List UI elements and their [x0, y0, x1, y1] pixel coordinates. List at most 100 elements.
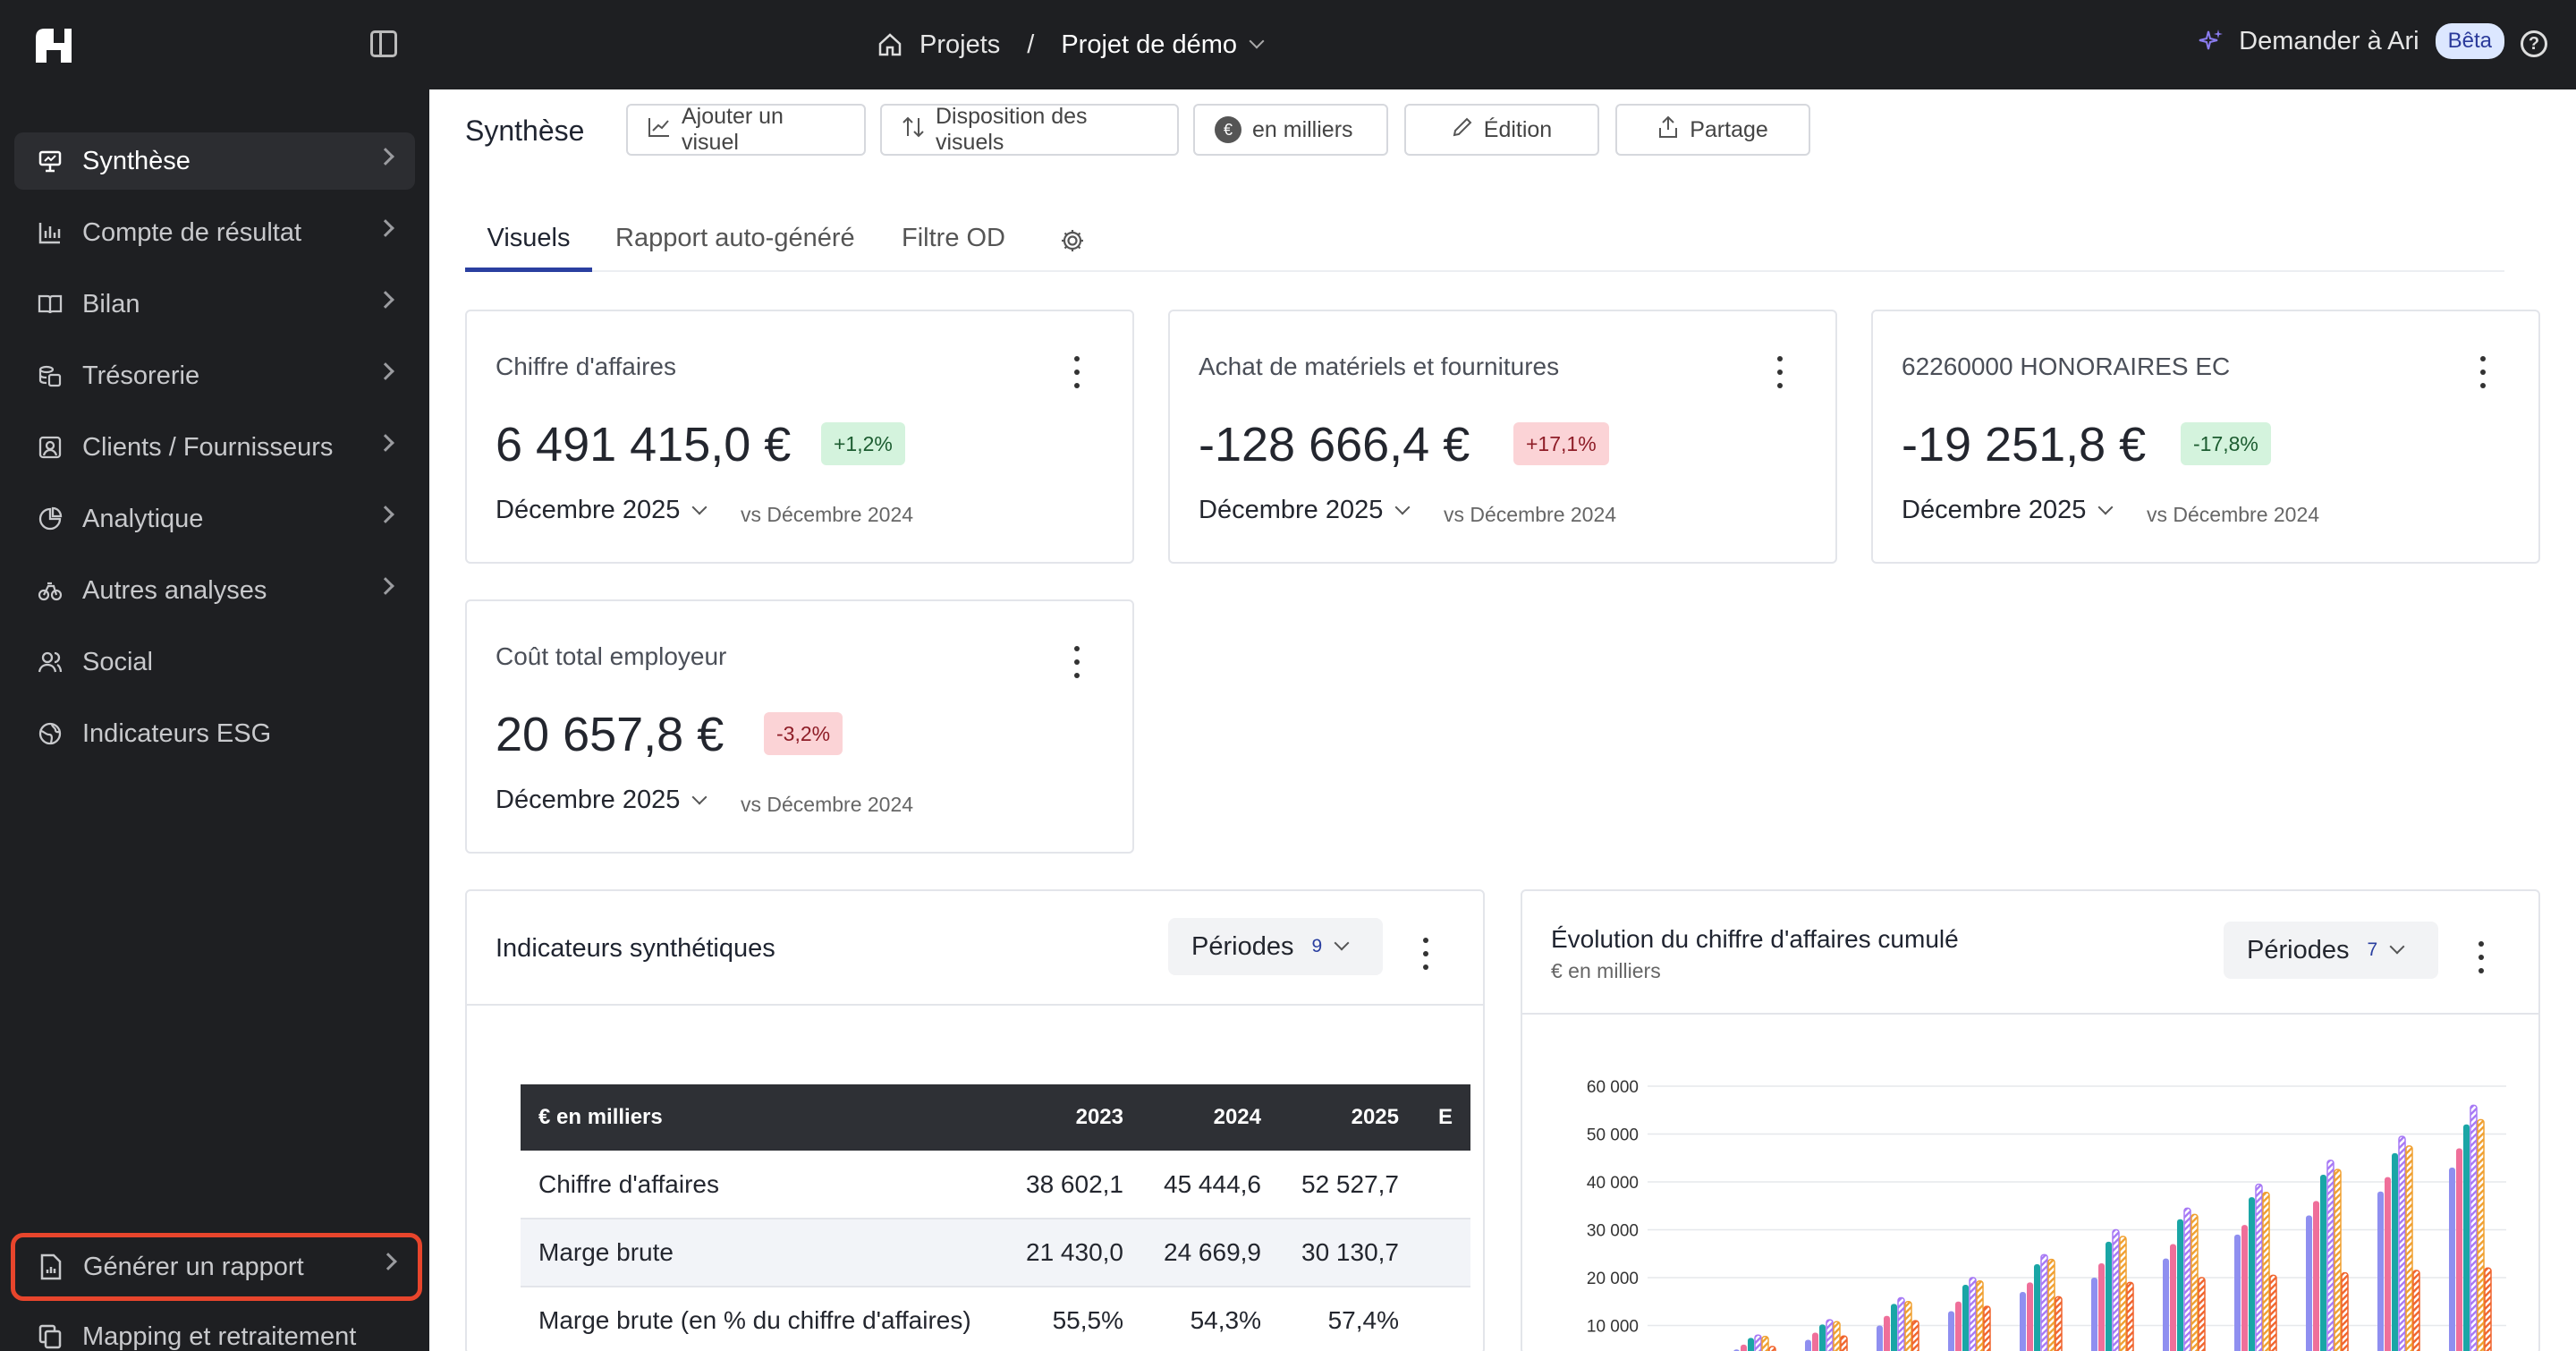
sidebar-item-compte-de-résultat[interactable]: Compte de résultat: [14, 204, 415, 261]
sidebar-item-generate-report[interactable]: Générer un rapport: [11, 1233, 422, 1301]
chart-bar[interactable]: [1826, 1319, 1834, 1351]
chart-bar[interactable]: [2341, 1271, 2349, 1351]
chart-bar[interactable]: [1948, 1311, 1954, 1351]
chart-bar[interactable]: [2470, 1104, 2478, 1351]
edit-button[interactable]: Édition: [1404, 104, 1599, 156]
table-row[interactable]: Marge brute (en % du chiffre d'affaires)…: [521, 1287, 1470, 1351]
sidebar-item-mapping[interactable]: Mapping et retraitement: [14, 1308, 415, 1351]
chart-bar[interactable]: [2385, 1177, 2391, 1351]
more-options-icon[interactable]: [2479, 356, 2487, 388]
chart-bar[interactable]: [1833, 1321, 1841, 1351]
period-selector[interactable]: Décembre 2025: [496, 496, 708, 525]
chart-bar[interactable]: [1884, 1315, 1890, 1351]
chart-bar[interactable]: [2405, 1145, 2413, 1351]
sidebar-item-indicateurs-esg[interactable]: Indicateurs ESG: [14, 705, 415, 762]
chart-bar[interactable]: [1768, 1346, 1776, 1351]
chart-bar[interactable]: [2112, 1228, 2120, 1351]
chart-bar[interactable]: [1976, 1279, 1984, 1351]
sidebar-item-trésorerie[interactable]: Trésorerie: [14, 347, 415, 404]
sidebar-item-analytique[interactable]: Analytique: [14, 490, 415, 548]
chart-bar[interactable]: [2040, 1253, 2048, 1351]
chart-bar[interactable]: [1741, 1344, 1747, 1351]
chart-bar[interactable]: [2412, 1270, 2420, 1351]
chart-bar[interactable]: [2047, 1258, 2055, 1351]
chart-bar[interactable]: [2198, 1277, 2206, 1351]
chart-bar[interactable]: [2255, 1183, 2263, 1351]
chart-bar[interactable]: [2234, 1234, 2241, 1351]
chart-bar[interactable]: [2463, 1124, 2470, 1351]
chart-bar[interactable]: [2306, 1215, 2312, 1351]
share-button[interactable]: Partage: [1615, 104, 1810, 156]
chart-bar[interactable]: [2055, 1296, 2063, 1351]
chart-bar[interactable]: [2326, 1160, 2334, 1351]
sidebar-item-autres-analyses[interactable]: Autres analyses: [14, 562, 415, 619]
chart-bar[interactable]: [2183, 1207, 2191, 1351]
chart-bar[interactable]: [2241, 1225, 2248, 1351]
chart-bar[interactable]: [1904, 1301, 1912, 1351]
chart-bar[interactable]: [2477, 1118, 2485, 1351]
tab-visuels[interactable]: Visuels: [465, 215, 592, 272]
layout-button[interactable]: Disposition des visuels: [880, 104, 1179, 156]
chart-bar[interactable]: [2262, 1192, 2270, 1351]
periods-selector[interactable]: Périodes 9: [1168, 918, 1383, 975]
units-button[interactable]: € en milliers: [1193, 104, 1388, 156]
settings-gear-icon[interactable]: [1059, 215, 1086, 272]
chart-bar[interactable]: [2456, 1148, 2462, 1351]
more-options-icon[interactable]: [1073, 356, 1080, 388]
more-options-icon[interactable]: [1073, 646, 1080, 678]
add-visual-button[interactable]: Ajouter un visuel: [626, 104, 866, 156]
period-selector[interactable]: Décembre 2025: [1902, 496, 2114, 525]
chart-bar[interactable]: [2313, 1201, 2319, 1351]
chart-bar[interactable]: [1911, 1320, 1919, 1351]
chart-bar[interactable]: [2398, 1135, 2406, 1351]
chart-bar[interactable]: [1748, 1338, 1754, 1351]
chart-bar[interactable]: [2449, 1167, 2455, 1351]
chart-bar[interactable]: [2334, 1168, 2342, 1351]
chart-bar[interactable]: [1812, 1332, 1818, 1351]
chart-bar[interactable]: [1805, 1339, 1811, 1351]
more-options-icon[interactable]: [1422, 938, 1429, 970]
sidebar-item-synthèse[interactable]: Synthèse: [14, 132, 415, 190]
sidebar-item-clients-fournisseurs[interactable]: Clients / Fournisseurs: [14, 419, 415, 476]
chart-bar[interactable]: [2091, 1278, 2097, 1351]
chart-bar[interactable]: [2484, 1267, 2492, 1351]
chart-bar[interactable]: [2269, 1274, 2277, 1351]
breadcrumb-projects[interactable]: Projets: [919, 30, 1000, 60]
chart-bar[interactable]: [2119, 1236, 2127, 1351]
ask-ari-button[interactable]: Demander à Ari Bêta: [2198, 23, 2504, 59]
chart-bar[interactable]: [2377, 1191, 2384, 1351]
chart-bar[interactable]: [2163, 1258, 2169, 1351]
more-options-icon[interactable]: [1776, 356, 1784, 388]
table-row[interactable]: Marge brute 21 430,0 24 669,9 30 130,7: [521, 1219, 1470, 1287]
period-selector[interactable]: Décembre 2025: [496, 786, 708, 815]
chart-bar[interactable]: [2098, 1262, 2105, 1351]
chart-bar[interactable]: [1761, 1336, 1769, 1351]
app-logo[interactable]: [34, 27, 73, 64]
period-selector[interactable]: Décembre 2025: [1199, 496, 1411, 525]
chart-bar[interactable]: [1962, 1285, 1969, 1351]
chart-bar[interactable]: [2034, 1264, 2040, 1351]
sidebar-item-bilan[interactable]: Bilan: [14, 276, 415, 333]
chart-bar[interactable]: [1897, 1296, 1905, 1351]
chart-bar[interactable]: [2392, 1152, 2398, 1351]
chart-bar[interactable]: [2190, 1213, 2199, 1351]
home-icon[interactable]: [877, 31, 903, 58]
chart-bar[interactable]: [2177, 1219, 2183, 1351]
tab-rapport[interactable]: Rapport auto-généré: [615, 215, 855, 272]
chart-bar[interactable]: [1955, 1301, 1962, 1351]
chart-bar[interactable]: [2126, 1281, 2134, 1351]
chevron-down-icon[interactable]: [1249, 33, 1265, 49]
tab-filtre-od[interactable]: Filtre OD: [902, 215, 1005, 272]
chart-bar[interactable]: [2170, 1244, 2176, 1351]
chart-bar[interactable]: [1840, 1335, 1848, 1351]
table-row[interactable]: Chiffre d'affaires 38 602,1 45 444,6 52 …: [521, 1151, 1470, 1219]
chart-bar[interactable]: [2249, 1197, 2255, 1351]
sidebar-item-social[interactable]: Social: [14, 633, 415, 691]
chart-bar[interactable]: [1891, 1304, 1897, 1351]
chart-bar[interactable]: [1877, 1325, 1883, 1351]
help-icon[interactable]: ?: [2521, 30, 2547, 57]
chart-bar[interactable]: [2320, 1174, 2326, 1351]
sidebar-toggle-icon[interactable]: [370, 30, 397, 57]
chart-bar[interactable]: [1754, 1334, 1762, 1351]
chart-bar[interactable]: [2106, 1241, 2112, 1351]
